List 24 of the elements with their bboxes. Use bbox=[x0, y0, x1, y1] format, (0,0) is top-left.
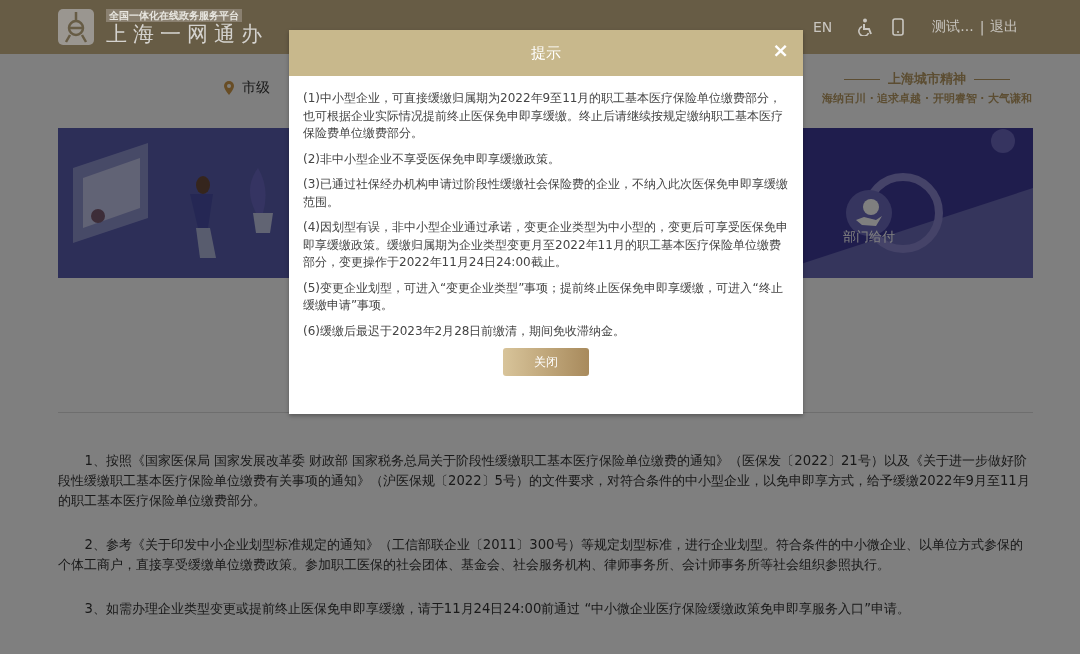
user-link[interactable]: 测试... bbox=[932, 18, 974, 36]
service-label[interactable]: 部门给付 bbox=[843, 228, 895, 246]
logout-link[interactable]: 退出 bbox=[990, 18, 1019, 36]
notice-item: (3)已通过社保经办机构申请过阶段性缓缴社会保险费的企业，不纳入此次医保免申即享缓缴范围。 bbox=[303, 176, 789, 211]
dialog-title: 提示 bbox=[531, 43, 561, 63]
logo-tagline: 全国一体化在线政务服务平台 bbox=[106, 8, 242, 22]
notice-item: (6)缓缴后最迟于2023年2月28日前缴清，期间免收滞纳金。 bbox=[303, 322, 627, 340]
notice-item: (2)非中小型企业不享受医保免申即享缓缴政策。 bbox=[303, 150, 561, 168]
close-dialog-button[interactable]: 关闭 bbox=[503, 348, 589, 376]
notice-item: (4)因划型有误，非中小型企业通过承诺，变更企业类型为中小型的，变更后可享受医保免申即享缓缴政策。缓缴归属期为企业类型变更月至2022年11月的职工基本医疗保险单位缴费部分，变更操作于2022年11月24日24:00截止。 bbox=[303, 219, 789, 271]
spirit-title: 上海城市精神 bbox=[844, 70, 1011, 88]
logo-title: 上海一网通办 bbox=[106, 21, 268, 46]
separator: | bbox=[979, 19, 985, 35]
logo-icon bbox=[58, 9, 94, 45]
language-link[interactable]: EN bbox=[813, 19, 833, 35]
spirit-motto: 海纳百川 · 追求卓越 · 开明睿智 · 大气谦和 bbox=[822, 92, 1032, 106]
mobile-icon[interactable] bbox=[890, 18, 907, 36]
region-selector[interactable]: 市级 bbox=[242, 79, 270, 97]
location-pin-icon bbox=[224, 81, 234, 95]
notice-paragraph: 3、如需办理企业类型变更或提前终止医保免申即享缓缴，请于11月24日24:00前通过 “中小微企业医疗保险缓缴政策免申即享服务入口”申请。 bbox=[83, 600, 912, 618]
accessibility-icon[interactable] bbox=[858, 18, 875, 36]
notice-item: (5)变更企业划型，可进入“变更企业类型”事项；提前终止医保免申即享缓缴，可进入“终止缓缴申请”事项。 bbox=[303, 279, 784, 314]
notice-item: (1)中小型企业，可直接缓缴归属期为2022年9至11月的职工基本医疗保险单位缴费部分，也可根据企业实际情况提前终止医保免申即享缓缴。终止后请继续按规定缴纳职工基本医疗保险费单位缴费部分。 bbox=[303, 90, 784, 142]
notice-paragraph: 2、参考《关于印发中小企业划型标准规定的通知》（工信部联企业〔2011〕300号）等规定划型标准，进行企业划型。符合条件的中小微企业、以单位方式参保的个体工商户，直接享受缓缴单位缴费政策。参加职工医保的社会团体、基金会、社会服务机构、律师事务所、会计师事务所等社会组织参照执行。 bbox=[58, 536, 1024, 574]
